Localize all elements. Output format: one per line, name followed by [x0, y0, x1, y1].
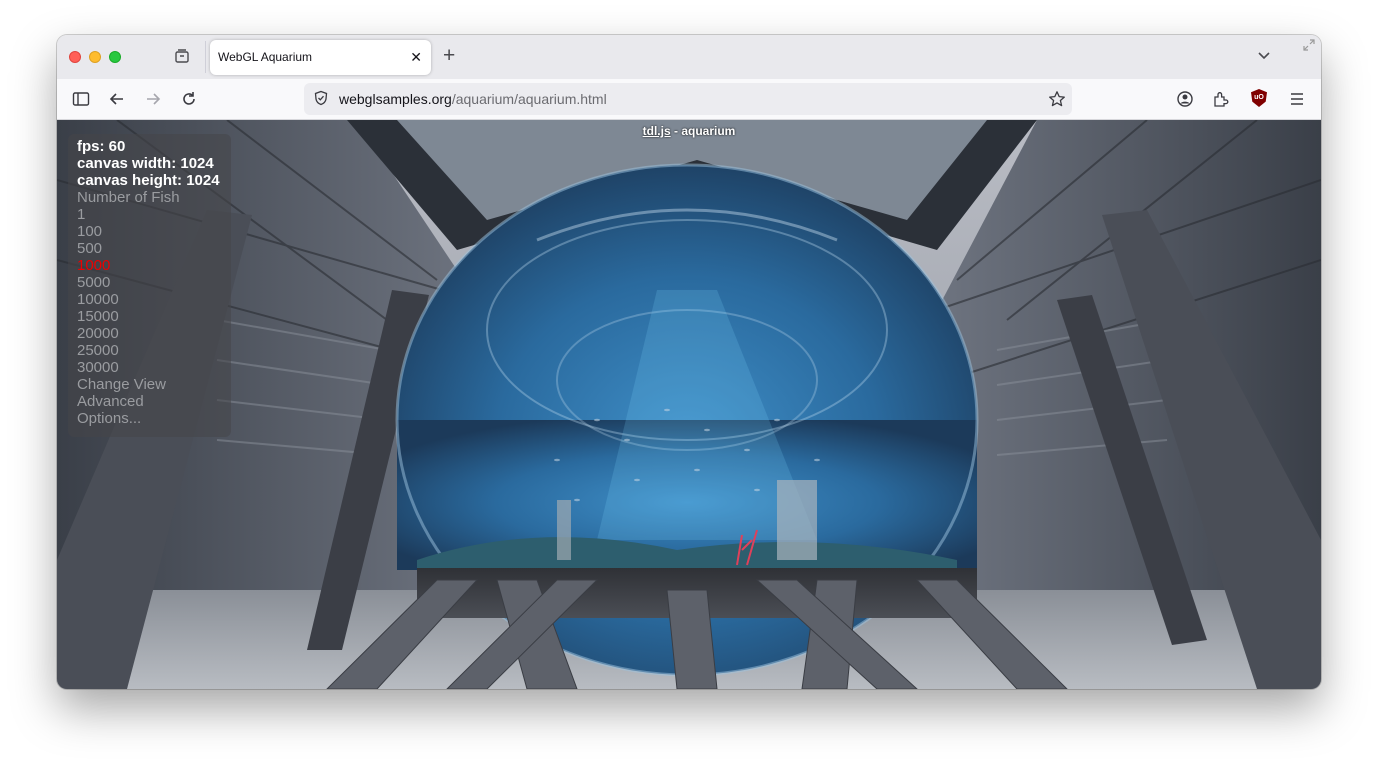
- number-of-fish-heading: Number of Fish: [77, 189, 180, 206]
- forward-icon[interactable]: [141, 87, 165, 111]
- back-icon[interactable]: [105, 87, 129, 111]
- browser-window: WebGL Aquarium ✕ + webglsamples.org/aqua…: [57, 35, 1321, 689]
- advanced-options-button[interactable]: Advanced: [77, 393, 220, 410]
- options-label: Options...: [77, 410, 142, 427]
- reload-icon[interactable]: [177, 87, 201, 111]
- tab-close-icon[interactable]: ✕: [410, 48, 422, 66]
- close-window-button[interactable]: [69, 51, 81, 63]
- canvas-width-readout: canvas width: 1024: [77, 155, 214, 172]
- tab-title: WebGL Aquarium: [218, 50, 313, 64]
- fish-option-20000[interactable]: 20000: [77, 325, 220, 342]
- menu-icon[interactable]: [1285, 87, 1309, 111]
- navigation-toolbar: webglsamples.org/aquarium/aquarium.html …: [57, 79, 1321, 120]
- page-title-overlay: tdl.js - aquarium: [57, 124, 1321, 138]
- maximize-window-button[interactable]: [109, 51, 121, 63]
- title-suffix: - aquarium: [670, 124, 736, 138]
- advanced-label: Advanced: [77, 393, 144, 410]
- url-domain: webglsamples.org: [339, 91, 452, 107]
- fish-option-1000[interactable]: 1000: [77, 257, 220, 274]
- shield-icon[interactable]: [312, 90, 330, 108]
- account-icon[interactable]: [1173, 87, 1197, 111]
- minimize-window-button[interactable]: [89, 51, 101, 63]
- fish-option-500[interactable]: 500: [77, 240, 220, 257]
- tab-strip: WebGL Aquarium ✕ +: [57, 35, 1321, 79]
- advanced-options-button-line2[interactable]: Options...: [77, 410, 220, 427]
- tdl-link[interactable]: tdl.js: [643, 124, 671, 138]
- tab-webgl-aquarium[interactable]: WebGL Aquarium ✕: [210, 40, 431, 75]
- url-text[interactable]: webglsamples.org/aquarium/aquarium.html: [339, 91, 607, 107]
- aquarium-canvas[interactable]: tdl.js - aquarium fps: 60 canvas width: …: [57, 120, 1321, 689]
- new-tab-button[interactable]: +: [443, 45, 455, 67]
- chevron-down-icon[interactable]: [1257, 47, 1271, 63]
- url-path: /aquarium/aquarium.html: [451, 91, 607, 107]
- change-view-button[interactable]: Change View: [77, 376, 220, 393]
- sidebar-icon[interactable]: [69, 87, 93, 111]
- fish-option-10000[interactable]: 10000: [77, 291, 220, 308]
- fish-option-5000[interactable]: 5000: [77, 274, 220, 291]
- aquarium-scene-illustration: [57, 120, 1321, 689]
- fullscreen-icon: [1303, 39, 1315, 54]
- star-icon[interactable]: [1048, 88, 1066, 113]
- url-bar[interactable]: webglsamples.org/aquarium/aquarium.html: [304, 83, 1072, 115]
- canvas-height-readout: canvas height: 1024: [77, 172, 220, 189]
- fish-option-1[interactable]: 1: [77, 206, 220, 223]
- fish-option-30000[interactable]: 30000: [77, 359, 220, 376]
- tab-separator: [205, 41, 206, 73]
- fps-readout: fps: 60: [77, 138, 126, 155]
- aquarium-ui-text: fps: 60 canvas width: 1024 canvas height…: [77, 138, 220, 427]
- ublock-icon[interactable]: uO: [1251, 89, 1267, 107]
- fish-option-15000[interactable]: 15000: [77, 308, 220, 325]
- tab-overview-icon[interactable]: [173, 48, 191, 66]
- fish-option-25000[interactable]: 25000: [77, 342, 220, 359]
- extensions-icon[interactable]: [1209, 87, 1233, 111]
- fish-option-100[interactable]: 100: [77, 223, 220, 240]
